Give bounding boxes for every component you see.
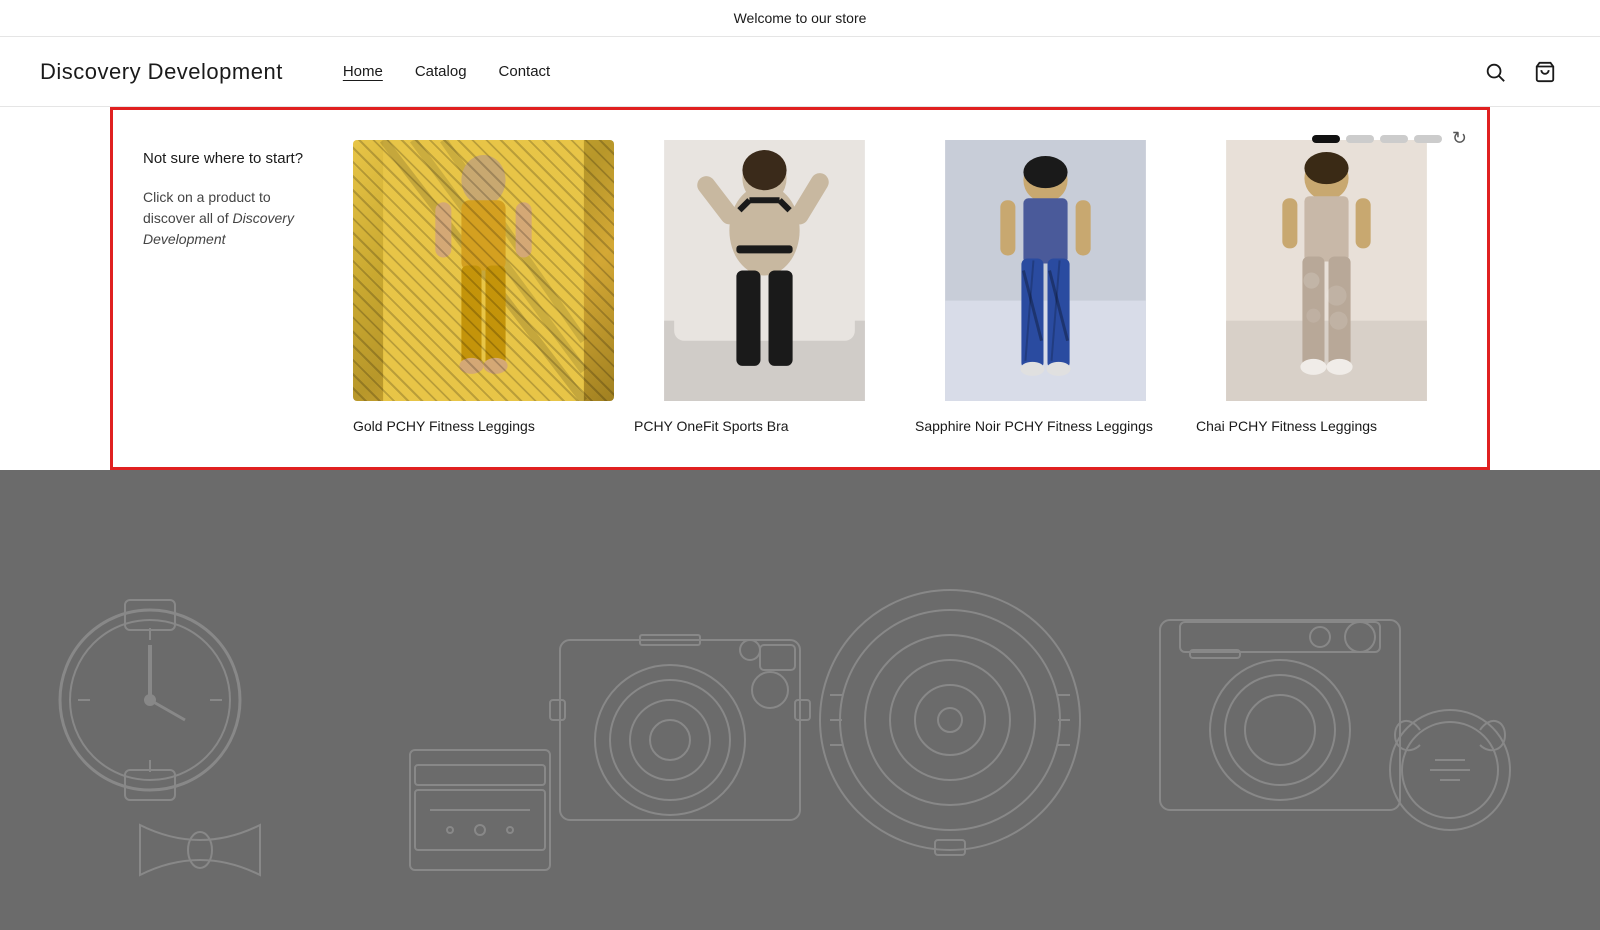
slide-indicators: ↻ — [1312, 128, 1467, 149]
product-card-1[interactable]: Gold PCHY Fitness Leggings — [353, 140, 614, 437]
product-image-4 — [1196, 140, 1457, 401]
featured-section: ↻ Not sure where to start? Click on a pr… — [110, 107, 1490, 470]
product-card-3[interactable]: Sapphire Noir PCHY Fitness Leggings — [915, 140, 1176, 437]
announcement-text: Welcome to our store — [734, 10, 867, 26]
brand-logo[interactable]: Discovery Development — [40, 59, 283, 85]
header-actions — [1480, 57, 1560, 87]
product-name-2: PCHY OneFit Sports Bra — [634, 417, 895, 437]
main-nav: Home Catalog Contact — [343, 63, 550, 80]
header: Discovery Development Home Catalog Conta… — [0, 37, 1600, 107]
background-section — [0, 470, 1600, 930]
featured-text-panel: Not sure where to start? Click on a prod… — [143, 140, 323, 437]
product-name-4: Chai PCHY Fitness Leggings — [1196, 417, 1457, 437]
product-image-2 — [634, 140, 895, 401]
product-image-3 — [915, 140, 1176, 401]
product-image-1 — [353, 140, 614, 401]
background-illustration — [0, 470, 1600, 930]
featured-heading: Not sure where to start? — [143, 150, 323, 167]
product-figure-1 — [353, 140, 614, 401]
featured-content: Not sure where to start? Click on a prod… — [143, 140, 1457, 437]
search-icon — [1484, 61, 1506, 83]
nav-item-home[interactable]: Home — [343, 63, 383, 80]
featured-description: Click on a product to discover all of Di… — [143, 187, 323, 250]
nav-item-contact[interactable]: Contact — [499, 63, 551, 80]
announcement-bar: Welcome to our store — [0, 0, 1600, 37]
cart-button[interactable] — [1530, 57, 1560, 87]
slide-dot-2[interactable] — [1346, 135, 1374, 143]
product-figure-2 — [634, 140, 895, 401]
products-grid: Gold PCHY Fitness Leggings — [353, 140, 1457, 437]
product-name-1: Gold PCHY Fitness Leggings — [353, 417, 614, 437]
search-button[interactable] — [1480, 57, 1510, 87]
cart-icon — [1534, 61, 1556, 83]
slide-dot-1[interactable] — [1312, 135, 1340, 143]
product-figure-4 — [1196, 140, 1457, 401]
product-figure-3 — [915, 140, 1176, 401]
product-card-2[interactable]: PCHY OneFit Sports Bra — [634, 140, 895, 437]
product-card-4[interactable]: Chai PCHY Fitness Leggings — [1196, 140, 1457, 437]
slide-dot-4[interactable] — [1414, 135, 1442, 143]
slide-dot-3[interactable] — [1380, 135, 1408, 143]
slideshow-refresh-button[interactable]: ↻ — [1452, 128, 1467, 149]
main-content: ↻ Not sure where to start? Click on a pr… — [0, 107, 1600, 930]
nav-item-catalog[interactable]: Catalog — [415, 63, 467, 80]
product-name-3: Sapphire Noir PCHY Fitness Leggings — [915, 417, 1176, 437]
